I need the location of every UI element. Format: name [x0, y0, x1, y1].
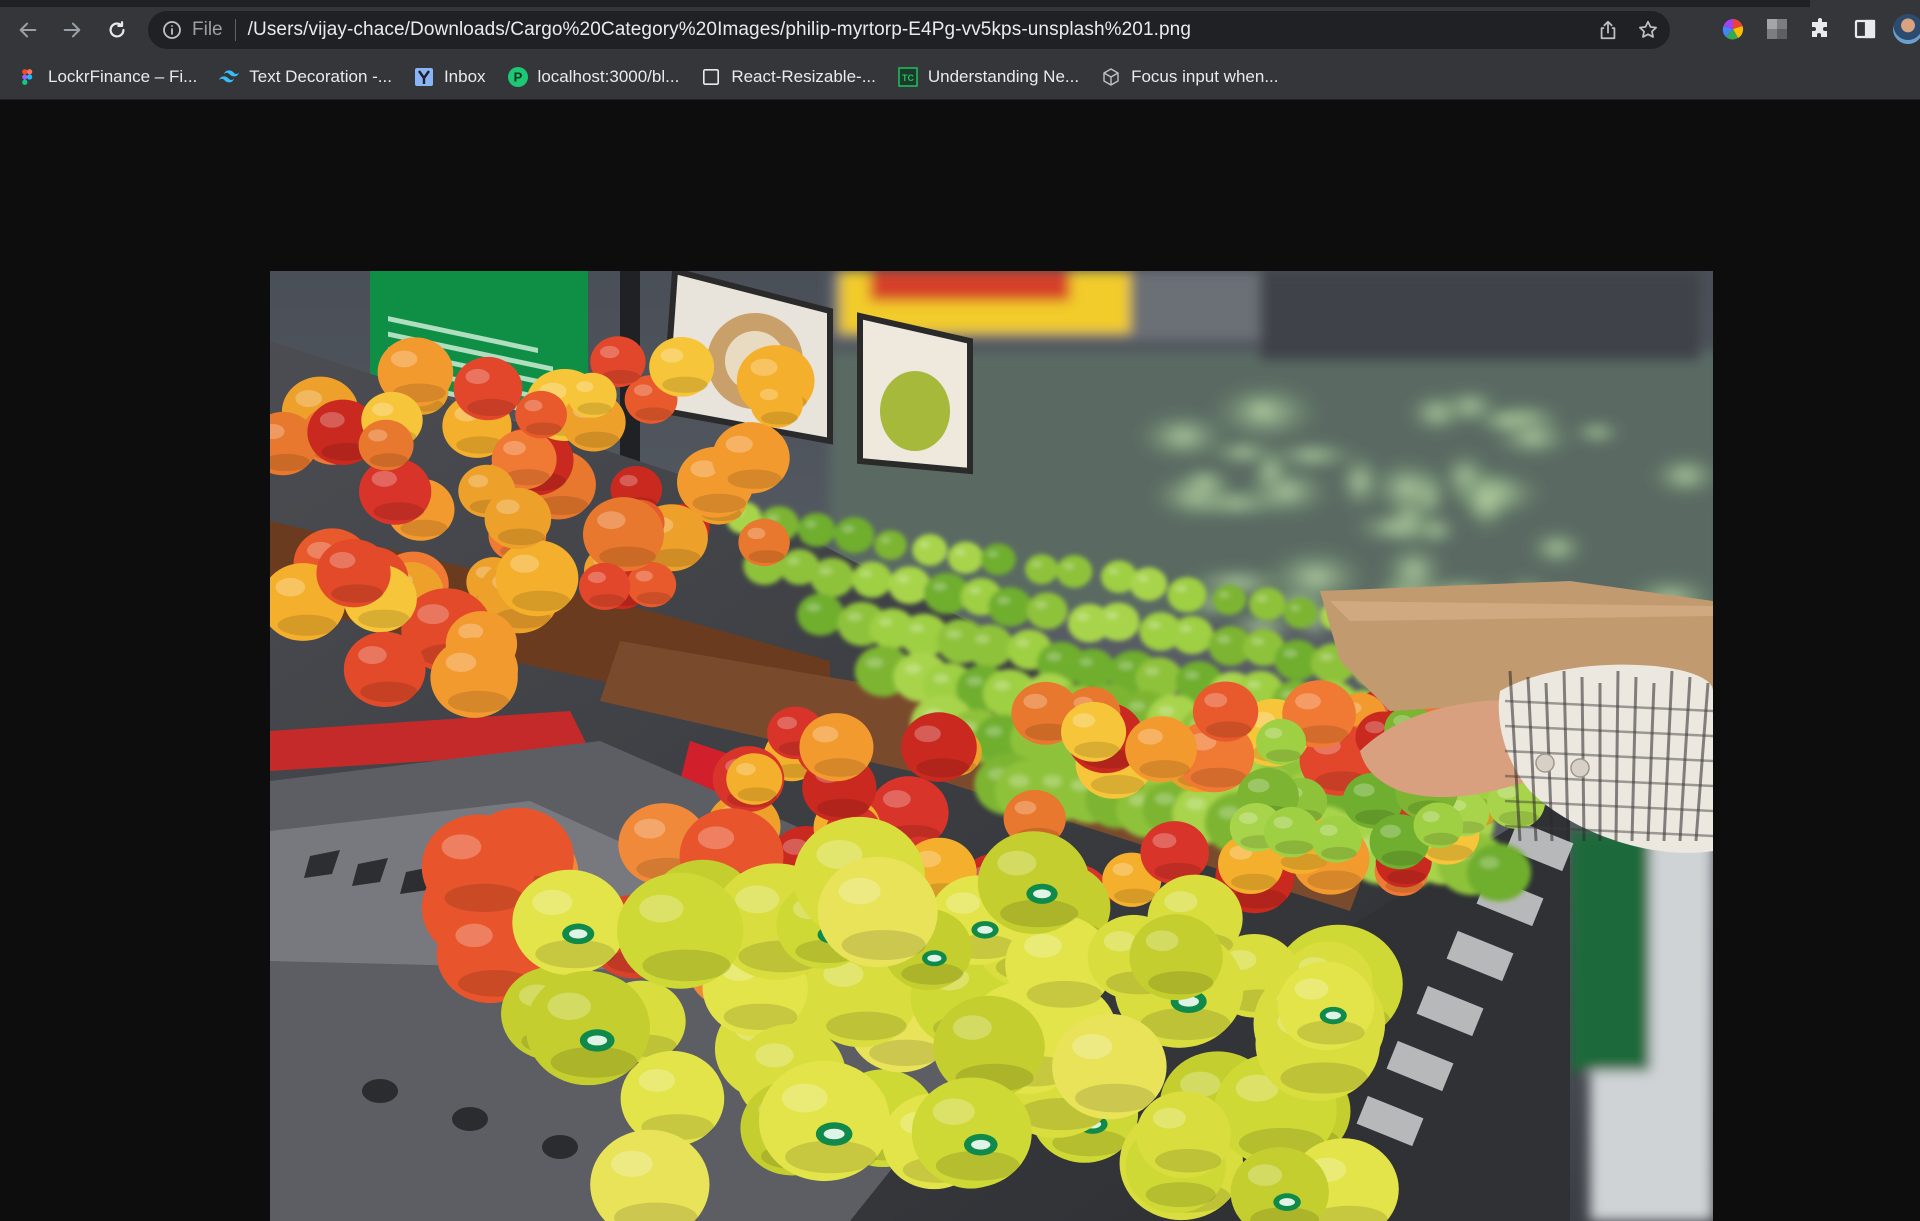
bookmark-label: Text Decoration -...: [249, 67, 392, 86]
active-tab-edge: [1810, 0, 1920, 7]
arrow-right-icon: [63, 22, 81, 38]
arrow-left-icon: [19, 22, 37, 38]
p-circle-icon: P: [507, 67, 528, 87]
address-bar[interactable]: File /Users/vijay-chace/Downloads/Cargo%…: [148, 11, 1670, 49]
bookmark-label: LockrFinance – Fi...: [48, 67, 198, 86]
bookmarks-bar: LockrFinance – Fi... Text Decoration -..…: [0, 62, 1920, 92]
displayed-image[interactable]: [270, 271, 1713, 1221]
gray-square-icon[interactable]: [1764, 16, 1790, 42]
blank-page-icon: [701, 67, 721, 87]
scheme-label: File: [192, 19, 223, 40]
figma-icon: [18, 67, 38, 87]
bookmark-label: Focus input when...: [1131, 67, 1279, 86]
share-icon[interactable]: [1596, 18, 1620, 42]
tailwind-icon: [219, 67, 240, 87]
reload-button[interactable]: [101, 14, 133, 46]
bookmark-item[interactable]: Inbox: [414, 62, 486, 92]
svg-text:TC: TC: [902, 73, 914, 83]
browser-chrome: File /Users/vijay-chace/Downloads/Cargo%…: [0, 0, 1920, 100]
forward-button[interactable]: [56, 14, 88, 46]
star-icon[interactable]: [1636, 18, 1660, 42]
address-actions: [1596, 18, 1660, 42]
fruit-stand-photo: [270, 271, 1713, 1221]
tc-icon: TC: [898, 67, 918, 87]
color-wheel-icon[interactable]: [1720, 16, 1746, 42]
reload-icon: [109, 21, 125, 38]
bookmark-item[interactable]: Focus input when...: [1101, 62, 1279, 92]
side-panel-icon[interactable]: [1852, 16, 1878, 42]
bookmark-label: Inbox: [443, 67, 486, 86]
back-button[interactable]: [12, 14, 44, 46]
puzzle-icon[interactable]: [1808, 16, 1834, 42]
info-icon[interactable]: [162, 20, 182, 40]
bookmark-label: localhost:3000/bl...: [537, 67, 680, 86]
bookmark-item[interactable]: React-Resizable-...: [701, 62, 876, 92]
bookmark-item[interactable]: TC Understanding Ne...: [898, 62, 1079, 92]
profile-avatar[interactable]: [1893, 14, 1920, 44]
image-viewer: [0, 101, 1920, 1221]
bookmark-label: Understanding Ne...: [927, 67, 1080, 86]
bookmark-item[interactable]: LockrFinance – Fi...: [18, 62, 197, 92]
svg-text:P: P: [513, 70, 522, 85]
address-divider: [234, 19, 236, 41]
cube-icon: [1101, 67, 1121, 87]
bookmark-label: React-Resizable-...: [731, 67, 876, 86]
bookmark-item[interactable]: Text Decoration -...: [219, 62, 392, 92]
y-mail-icon: [414, 67, 434, 87]
bookmark-item[interactable]: P localhost:3000/bl...: [507, 62, 680, 92]
url-text[interactable]: /Users/vijay-chace/Downloads/Cargo%20Cat…: [248, 19, 1191, 41]
tab-strip: [0, 0, 1920, 7]
